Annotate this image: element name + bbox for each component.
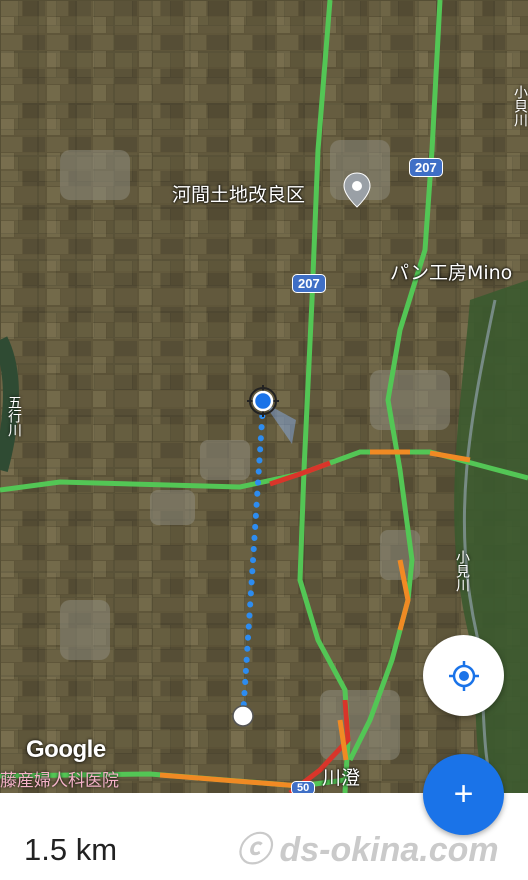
my-location-button[interactable] <box>423 635 504 716</box>
route-shield-middle: 207 <box>292 274 326 293</box>
place-pin-icon[interactable] <box>343 172 371 208</box>
river-label-right: 小見川 <box>454 550 470 592</box>
river-label-left: 五行川 <box>6 395 22 437</box>
bakery-label[interactable]: パン工房Mino <box>390 258 512 285</box>
route-shield-top: 207 <box>409 158 443 177</box>
google-attribution: Google <box>26 736 106 763</box>
current-location-icon <box>247 385 279 417</box>
add-point-button[interactable]: + <box>423 754 504 835</box>
distance-value: 1.5 km <box>24 832 118 867</box>
plus-icon: + <box>453 775 474 813</box>
river-label-top: 小貝川 <box>512 85 528 127</box>
place-label[interactable]: 河間土地改良区 <box>172 180 305 207</box>
my-location-icon <box>448 660 479 691</box>
measure-endpoint-icon[interactable] <box>231 704 255 728</box>
clinic-label[interactable]: 藤産婦人科医院 <box>0 766 119 791</box>
route-shield-bottom: 50 <box>291 781 316 793</box>
town-label: 川澄 <box>322 767 361 789</box>
